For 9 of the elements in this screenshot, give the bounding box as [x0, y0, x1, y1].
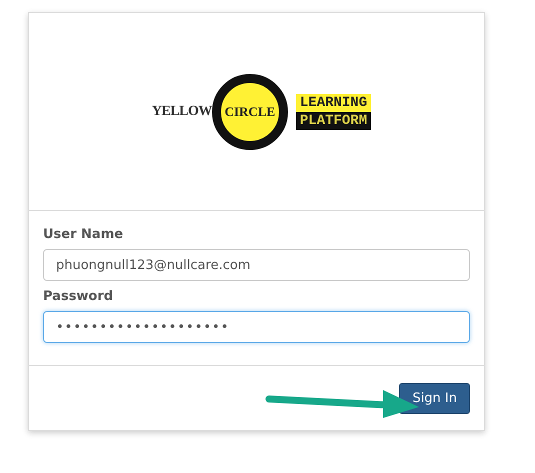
logo-banner: PLATFORM [296, 112, 372, 130]
field-label: User Name [43, 227, 124, 242]
logo-text: LEARNING [296, 94, 372, 112]
logo-text: YELLOW [152, 104, 212, 120]
logo-circle: CIRCLE [212, 74, 288, 150]
input-field[interactable]: •••••••••••••••••••• [43, 311, 470, 343]
input-field[interactable]: phuongnull123@nullcare.com [43, 249, 470, 281]
sign-in-button[interactable]: Sign In [399, 382, 470, 414]
field-label: Password [43, 289, 114, 304]
